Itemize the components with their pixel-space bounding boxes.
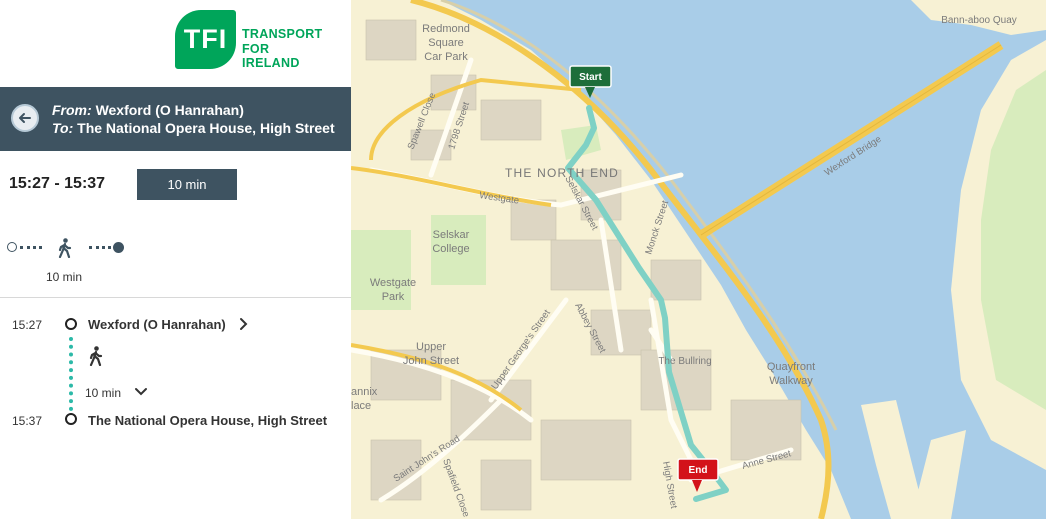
map-label-redmond-1: Redmond	[422, 23, 470, 35]
end-marker-label: End	[689, 465, 708, 476]
logo-line-1: TRANSPORT	[242, 27, 323, 41]
tfi-logo-badge: TFI	[175, 10, 236, 69]
street-westgate: Westgate	[479, 190, 520, 206]
from-line: From: Wexford (O Hanrahan)	[52, 101, 335, 119]
map-label-annix-2: lace	[351, 400, 371, 412]
route-map[interactable]: Redmond Square Car Park THE NORTH END Se…	[351, 0, 1046, 519]
leg-end-time: 15:37	[12, 414, 43, 428]
to-label: To:	[52, 120, 74, 136]
back-button[interactable]	[11, 104, 39, 132]
street-monck: Monck Street	[643, 199, 671, 256]
leg-start-time: 15:27	[12, 318, 43, 332]
arrow-left-icon	[19, 113, 31, 123]
logo-line-2: FOR	[242, 41, 270, 56]
from-value: Wexford (O Hanrahan)	[95, 102, 244, 118]
trip-time-range: 15:27 - 15:37	[9, 175, 106, 192]
chevron-right-icon[interactable]	[238, 317, 250, 331]
walk-route-line	[69, 337, 73, 411]
to-line: To: The National Opera House, High Stree…	[52, 119, 335, 137]
dotted-line	[89, 246, 111, 249]
trip-endpoints: From: Wexford (O Hanrahan) To: The Natio…	[52, 101, 335, 137]
start-stop-circle-icon	[65, 318, 77, 330]
leg-end-stop[interactable]: The National Opera House, High Street	[88, 413, 327, 428]
map-label-quayfront-1: Quayfront	[767, 361, 815, 373]
dotted-line	[20, 246, 42, 249]
map-label-bullring: The Bullring	[658, 356, 711, 367]
destination-dot-icon	[113, 242, 124, 253]
map-label-quayfront-2: Walkway	[769, 375, 813, 387]
to-value: The National Opera House, High Street	[77, 120, 335, 136]
walk-icon	[58, 238, 72, 258]
street-high: High Street	[660, 461, 679, 510]
trip-header: From: Wexford (O Hanrahan) To: The Natio…	[0, 87, 351, 151]
map-label-westgate-park-2: Park	[382, 291, 405, 303]
trip-panel: TFI TRANSPORT FOR IRELAND From: Wexford …	[0, 0, 351, 519]
summary-walk-minutes: 10 min	[46, 270, 83, 284]
leg-walk-minutes: 10 min	[85, 386, 122, 400]
map-label-annix-1: annix	[351, 386, 378, 398]
chevron-down-icon[interactable]	[134, 386, 148, 398]
map-label-redmond-3: Car Park	[424, 51, 468, 63]
map-label-upper-john-2: John Street	[403, 355, 459, 367]
logo-line-3: IRELAND	[242, 56, 300, 70]
start-marker-label: Start	[579, 72, 602, 83]
from-label: From:	[52, 102, 92, 118]
duration-badge: 10 min	[137, 169, 237, 200]
leg-start-stop[interactable]: Wexford (O Hanrahan)	[88, 317, 226, 332]
map-label-selskar-1: Selskar	[433, 229, 470, 241]
map-label-selskar-2: College	[432, 243, 469, 255]
tfi-logo-text: TRANSPORT FOR IRELAND	[242, 27, 322, 71]
map-label-north-end: THE NORTH END	[505, 166, 619, 180]
map-label-bann-aboo: Bann-aboo Quay	[941, 15, 1017, 26]
divider	[0, 297, 351, 298]
map-label-westgate-park-1: Westgate	[370, 277, 416, 289]
map-label-redmond-2: Square	[428, 37, 463, 49]
end-marker[interactable]: End	[677, 458, 719, 492]
street-upper-georges: Upper George's Street	[489, 308, 553, 392]
street-spafield: Spafield Close	[440, 457, 471, 518]
map-canvas[interactable]: Redmond Square Car Park THE NORTH END Se…	[351, 0, 1046, 519]
tfi-logo[interactable]: TFI TRANSPORT FOR IRELAND	[175, 10, 340, 72]
end-stop-circle-icon	[65, 413, 77, 425]
trip-summary-strip	[7, 237, 137, 259]
walk-icon	[89, 346, 103, 366]
map-label-upper-john-1: Upper	[416, 341, 446, 353]
origin-dot-icon	[7, 242, 17, 252]
